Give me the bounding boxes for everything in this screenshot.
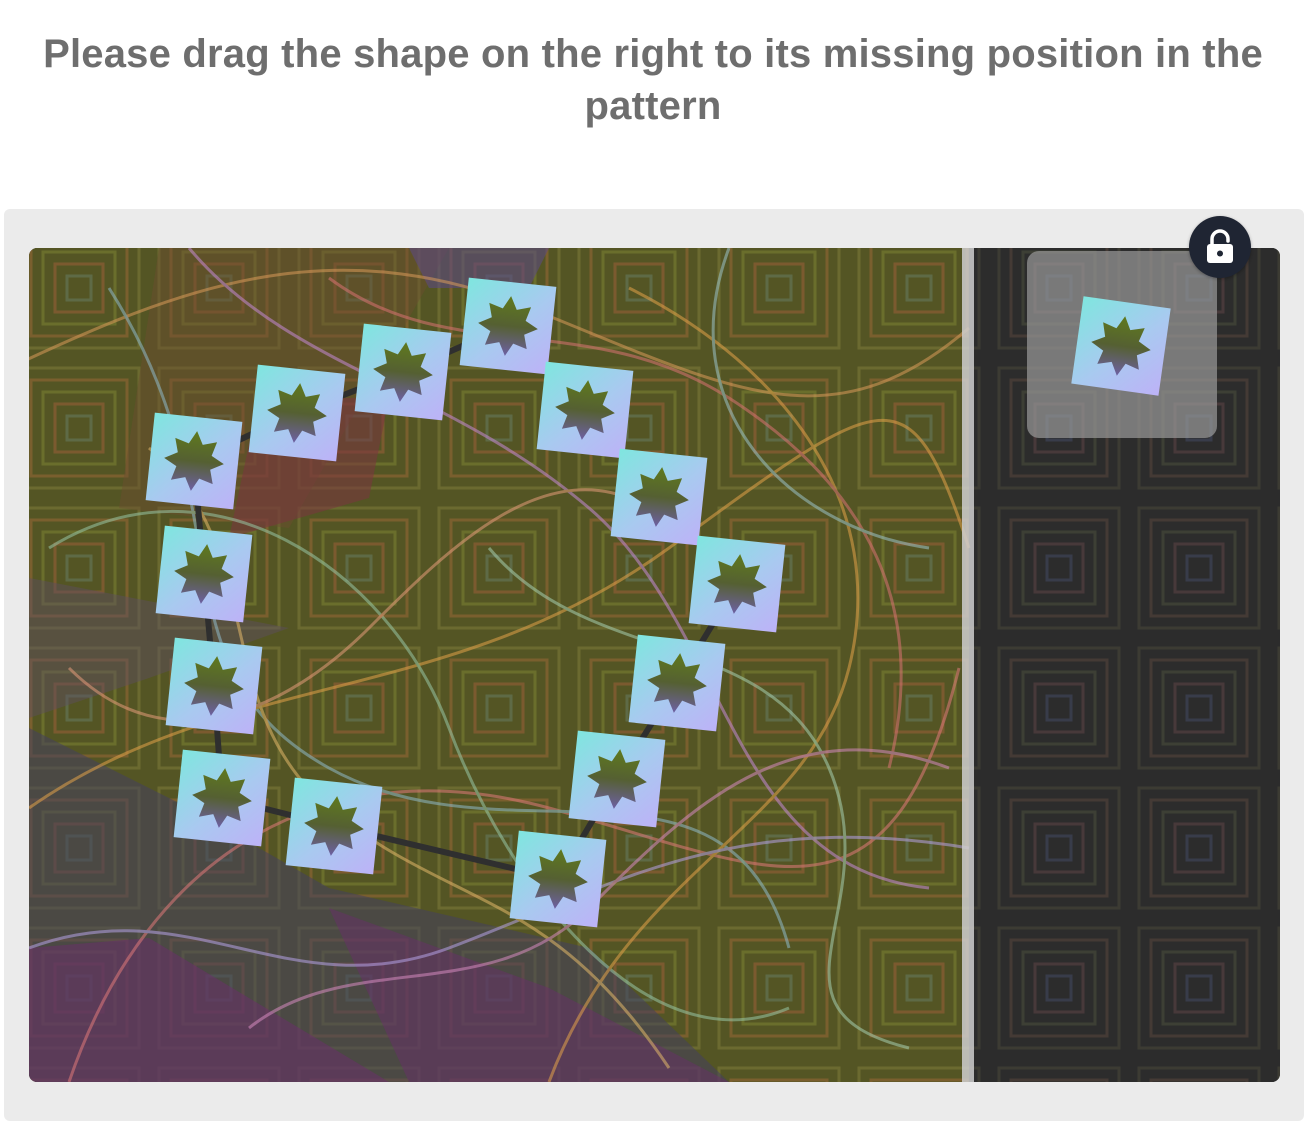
pattern-tile [628, 634, 726, 732]
pattern-tile [145, 412, 243, 510]
pattern-tile [155, 525, 253, 623]
pattern-tile [536, 361, 634, 459]
lock-button[interactable] [1189, 216, 1251, 278]
instruction-line-1: Please drag the shape on the right to it… [43, 32, 1263, 76]
pattern-tile [285, 777, 383, 875]
pattern-tile [165, 637, 263, 735]
pattern-tile [248, 364, 346, 462]
instruction-text: Please drag the shape on the right to it… [0, 28, 1306, 132]
puzzle-canvas [29, 248, 1280, 1082]
pattern-tile [173, 749, 271, 847]
lock-icon [1207, 229, 1233, 263]
pattern-tile [354, 323, 452, 421]
eight-point-star-icon [1071, 296, 1171, 396]
pattern-tile [509, 830, 607, 928]
pattern-tile [688, 535, 786, 633]
draggable-piece[interactable] [1027, 251, 1217, 438]
pattern-tile [610, 448, 708, 546]
instruction-line-2: pattern [584, 84, 722, 128]
pattern-tile [568, 730, 666, 828]
pattern-tile [459, 277, 557, 375]
